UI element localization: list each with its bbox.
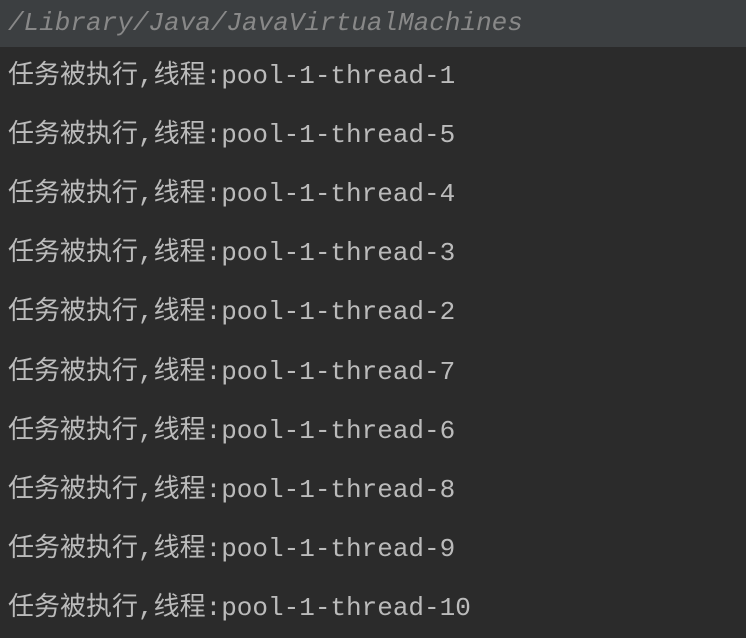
console-line: 任务被执行,线程:pool-1-thread-10 bbox=[0, 579, 746, 638]
console-line: 任务被执行,线程:pool-1-thread-1 bbox=[0, 47, 746, 106]
console-output: /Library/Java/JavaVirtualMachines 任务被执行,… bbox=[0, 0, 746, 630]
console-line: 任务被执行,线程:pool-1-thread-9 bbox=[0, 520, 746, 579]
console-line: 任务被执行,线程:pool-1-thread-6 bbox=[0, 402, 746, 461]
console-line: 任务被执行,线程:pool-1-thread-7 bbox=[0, 343, 746, 402]
console-line: 任务被执行,线程:pool-1-thread-4 bbox=[0, 165, 746, 224]
execution-path: /Library/Java/JavaVirtualMachines bbox=[0, 0, 746, 47]
console-line: 任务被执行,线程:pool-1-thread-5 bbox=[0, 106, 746, 165]
console-line: 任务被执行,线程:pool-1-thread-3 bbox=[0, 224, 746, 283]
console-line: 任务被执行,线程:pool-1-thread-8 bbox=[0, 461, 746, 520]
console-line: 任务被执行,线程:pool-1-thread-2 bbox=[0, 283, 746, 342]
